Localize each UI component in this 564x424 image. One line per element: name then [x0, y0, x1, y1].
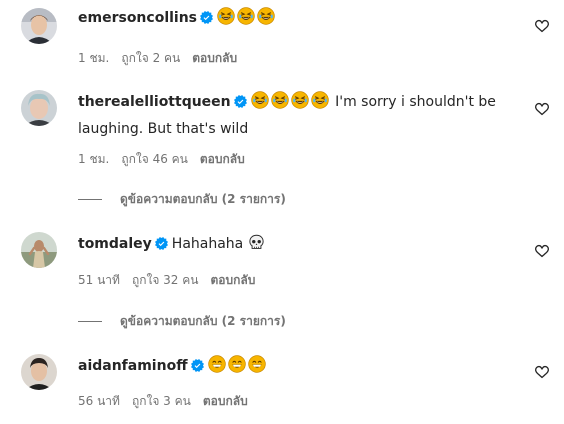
emoji-group — [208, 355, 268, 381]
view-replies-button[interactable]: ดูข้อความตอบกลับ (2 รายการ) — [78, 313, 286, 329]
grin-sweat-emoji-icon — [228, 355, 246, 373]
like-heart-icon[interactable] — [534, 18, 550, 34]
comment-meta: 51 นาที ถูกใจ 32 คน ตอบกลับ — [78, 272, 267, 288]
comment-likes[interactable]: ถูกใจ 3 คน — [132, 394, 191, 408]
comment-text: Hahahaha — [171, 236, 244, 252]
reply-button[interactable]: ตอบกลับ — [203, 394, 248, 408]
avatar[interactable] — [21, 8, 57, 44]
rofl-emoji-icon — [271, 91, 289, 109]
comment-meta: 1 ชม. ถูกใจ 2 คน ตอบกลับ — [78, 50, 249, 66]
comment-time: 56 นาที — [78, 394, 120, 408]
comment-time: 1 ชม. — [78, 51, 110, 65]
rofl-emoji-icon — [217, 7, 235, 25]
like-heart-icon[interactable] — [534, 101, 550, 117]
comment-time: 1 ชม. — [78, 152, 110, 166]
grin-sweat-emoji-icon — [248, 355, 266, 373]
comment-body: emersoncollins — [78, 6, 518, 33]
comment-time: 51 นาที — [78, 273, 120, 287]
rofl-emoji-icon — [257, 7, 275, 25]
comment-meta: 1 ชม. ถูกใจ 46 คน ตอบกลับ — [78, 151, 257, 167]
verified-badge-icon — [155, 237, 168, 250]
rofl-emoji-icon — [251, 91, 269, 109]
comment-username[interactable]: aidanfaminoff — [78, 358, 188, 374]
grin-sweat-emoji-icon — [208, 355, 226, 373]
comment-likes[interactable]: ถูกใจ 32 คน — [132, 273, 199, 287]
emoji-group — [251, 91, 331, 117]
verified-badge-icon — [191, 359, 204, 372]
reply-divider-line — [78, 199, 102, 200]
view-replies-label: ดูข้อความตอบกลับ (2 รายการ) — [120, 314, 286, 328]
avatar[interactable] — [21, 354, 57, 390]
comment-meta: 56 นาที ถูกใจ 3 คน ตอบกลับ — [78, 393, 260, 409]
rofl-emoji-icon — [291, 91, 309, 109]
skull-emoji-icon — [248, 234, 265, 251]
rofl-emoji-icon — [237, 7, 255, 25]
view-replies-label: ดูข้อความตอบกลับ (2 รายการ) — [120, 192, 286, 206]
comment-body: tomdaley Hahahaha — [78, 232, 518, 256]
comment-body: aidanfaminoff — [78, 354, 518, 381]
like-heart-icon[interactable] — [534, 364, 550, 380]
comment-username[interactable]: emersoncollins — [78, 10, 197, 26]
reply-button[interactable]: ตอบกลับ — [211, 273, 256, 287]
like-heart-icon[interactable] — [534, 243, 550, 259]
reply-button[interactable]: ตอบกลับ — [200, 152, 245, 166]
avatar[interactable] — [21, 232, 57, 268]
comment-body: therealelliottqueen I'm sorry i shouldn'… — [78, 90, 518, 141]
verified-badge-icon — [200, 11, 213, 24]
view-replies-button[interactable]: ดูข้อความตอบกลับ (2 รายการ) — [78, 191, 286, 207]
emoji-group — [217, 7, 277, 33]
reply-button[interactable]: ตอบกลับ — [192, 51, 237, 65]
rofl-emoji-icon — [311, 91, 329, 109]
verified-badge-icon — [234, 95, 247, 108]
avatar[interactable] — [21, 90, 57, 126]
reply-divider-line — [78, 321, 102, 322]
comment-username[interactable]: therealelliottqueen — [78, 94, 231, 110]
comment-likes[interactable]: ถูกใจ 46 คน — [121, 152, 188, 166]
comment-username[interactable]: tomdaley — [78, 236, 152, 252]
comment-likes[interactable]: ถูกใจ 2 คน — [121, 51, 180, 65]
